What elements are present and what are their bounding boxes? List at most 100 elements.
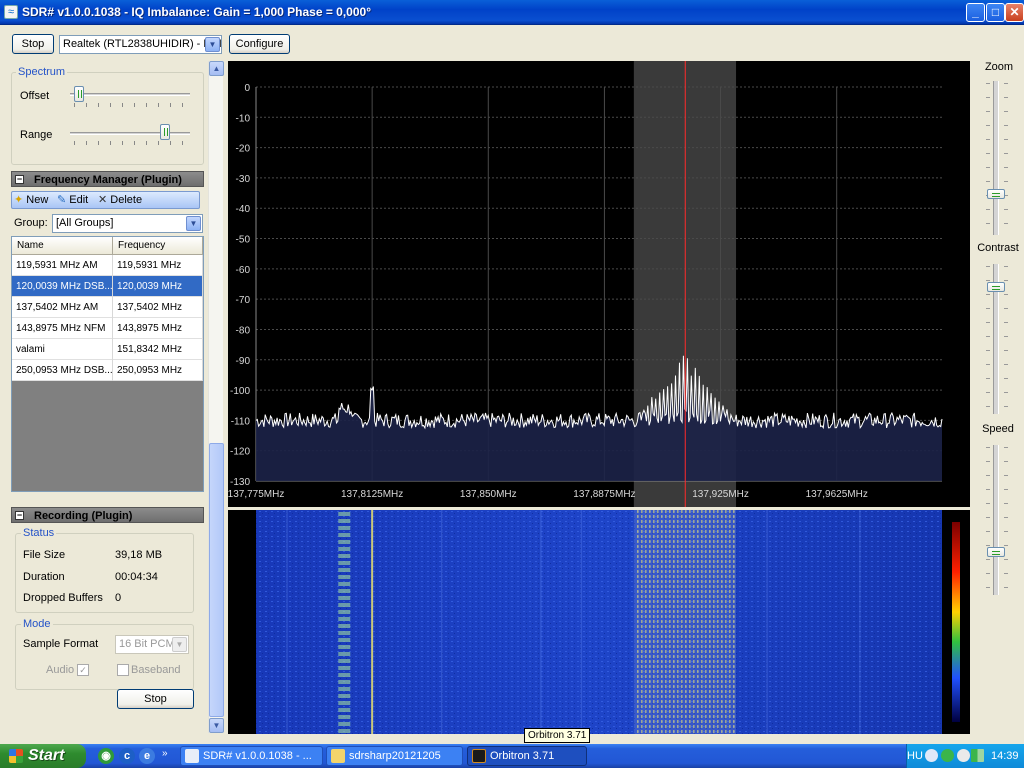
scrollbar-thumb[interactable] — [209, 443, 224, 717]
waterfall-chart[interactable] — [228, 510, 970, 734]
y-tick-label: -120 — [230, 447, 250, 458]
configure-button[interactable]: Configure — [229, 34, 290, 54]
device-select[interactable]: Realtek (RTL2838UHIDIR) - ExtIO ▼ — [59, 35, 222, 54]
waterfall-signal-dot — [338, 533, 351, 537]
cell-frequency: 143,8975 MHz — [113, 318, 203, 339]
quicklaunch-icon[interactable]: c — [119, 748, 135, 764]
edit-button[interactable]: ✎ Edit — [57, 193, 88, 208]
close-button[interactable]: ✕ — [1005, 3, 1024, 22]
window-titlebar[interactable]: ≈ SDR# v1.0.0.1038 - IQ Imbalance: Gain … — [0, 0, 1024, 25]
sample-format-select[interactable]: 16 Bit PCM ▼ — [115, 635, 189, 654]
y-tick-label: -60 — [236, 265, 251, 276]
speaker-icon[interactable] — [957, 749, 970, 762]
collapse-icon[interactable]: − — [15, 511, 24, 520]
collapse-icon[interactable]: − — [15, 175, 24, 184]
column-header-frequency[interactable]: Frequency — [113, 237, 203, 255]
range-slider-ticks — [74, 141, 188, 145]
y-tick-label: -50 — [236, 235, 251, 246]
table-row[interactable]: valami 151,8342 MHz — [12, 339, 203, 360]
column-header-name[interactable]: Name — [12, 237, 113, 255]
waterfall-signal-dot — [338, 666, 351, 670]
waterfall-signal-dot — [338, 680, 351, 684]
waterfall-noise — [256, 510, 942, 734]
table-row[interactable]: 143,8975 MHz NFM 143,8975 MHz — [12, 318, 203, 339]
baseband-checkbox[interactable] — [117, 664, 129, 676]
chevron-down-icon[interactable]: ▼ — [172, 637, 187, 652]
delete-button[interactable]: ✕ Delete — [98, 193, 142, 208]
table-row[interactable]: 250,0953 MHz DSB... 250,0953 MHz — [12, 360, 203, 381]
speed-slider-thumb[interactable] — [987, 547, 1005, 558]
delete-icon: ✕ — [98, 194, 108, 206]
spectrum-group-title: Spectrum — [16, 66, 68, 78]
waterfall-signal-dot — [338, 582, 351, 586]
offset-slider-track[interactable] — [70, 93, 190, 96]
waterfall-signal-dot — [338, 596, 351, 600]
taskbar-item-sdr[interactable]: SDR# v1.0.0.1038 - ... — [180, 746, 323, 766]
cell-frequency: 137,5402 MHz — [113, 297, 203, 318]
taskbar-item-orbitron[interactable]: Orbitron 3.71 — [467, 746, 587, 766]
group-select[interactable]: [All Groups] ▼ — [52, 214, 203, 233]
speed-ticks — [1004, 447, 1008, 592]
network-icon[interactable] — [971, 749, 984, 762]
waterfall-signal-dot — [338, 512, 351, 516]
y-tick-label: -80 — [236, 325, 251, 336]
new-button[interactable]: ✦ New — [14, 193, 48, 208]
table-row[interactable]: 137,5402 MHz AM 137,5402 MHz — [12, 297, 203, 318]
spectrum-group — [11, 72, 204, 165]
cell-frequency: 119,5931 MHz — [113, 255, 203, 276]
waterfall-signal-dot — [338, 603, 351, 607]
left-panel-scrollbar[interactable]: ▲ ▼ — [208, 61, 224, 733]
scroll-up-icon[interactable]: ▲ — [209, 61, 224, 76]
frequency-manager-title: Frequency Manager (Plugin) — [34, 174, 182, 186]
tray-icon[interactable] — [925, 749, 938, 762]
window-title: SDR# v1.0.0.1038 - IQ Imbalance: Gain = … — [22, 5, 371, 19]
scroll-down-icon[interactable]: ▼ — [209, 718, 224, 733]
y-tick-label: -30 — [236, 174, 251, 185]
range-slider-thumb[interactable] — [160, 124, 171, 140]
recording-header[interactable]: − Recording (Plugin) — [11, 507, 204, 523]
offset-slider-thumb[interactable] — [74, 86, 85, 102]
minimize-button[interactable]: _ — [966, 3, 985, 22]
zoom-slider-thumb[interactable] — [987, 189, 1005, 199]
audio-checkbox[interactable]: ✓ — [77, 664, 89, 676]
waterfall-signal-dot — [338, 708, 351, 712]
frequency-manager-toolbar: ✦ New ✎ Edit ✕ Delete — [11, 191, 200, 209]
recording-title: Recording (Plugin) — [34, 510, 133, 522]
range-slider-track[interactable] — [70, 132, 190, 135]
cell-frequency: 250,0953 MHz — [113, 360, 203, 381]
maximize-button[interactable]: □ — [986, 3, 1005, 22]
duration-value: 00:04:34 — [115, 571, 158, 583]
waterfall-signal-dot — [338, 561, 351, 565]
quicklaunch-expand-icon[interactable]: » — [162, 748, 168, 759]
quicklaunch-icon[interactable]: ◉ — [98, 748, 114, 764]
waterfall-display[interactable] — [228, 510, 970, 734]
waterfall-signal-dot — [338, 547, 351, 551]
zoom-slider-track[interactable] — [993, 81, 999, 235]
dropped-buffers-label: Dropped Buffers — [23, 592, 103, 604]
spectrum-display[interactable]: 0 -10 -20 -30 -40 -50 -60 -70 -80 -90 -100 -110 -120… — [228, 61, 970, 507]
quicklaunch-icon[interactable]: e — [139, 748, 155, 764]
start-button[interactable]: Start — [0, 744, 86, 768]
stop-button[interactable]: Stop — [12, 34, 54, 54]
waterfall-signal-dot — [338, 624, 351, 628]
table-row[interactable]: 120,0039 MHz DSB... 120,0039 MHz — [12, 276, 203, 297]
recording-stop-button[interactable]: Stop — [117, 689, 194, 709]
chevron-down-icon[interactable]: ▼ — [205, 37, 220, 52]
frequency-manager-header[interactable]: − Frequency Manager (Plugin) — [11, 171, 204, 187]
speed-slider-track[interactable] — [993, 445, 999, 595]
x-tick-label: 137,775MHz — [228, 489, 284, 500]
contrast-slider-thumb[interactable] — [987, 282, 1005, 293]
waterfall-signal-dot — [338, 610, 351, 614]
zoom-label: Zoom — [984, 61, 1014, 73]
cell-name: 250,0953 MHz DSB... — [12, 360, 113, 381]
spectrum-chart[interactable]: 0 -10 -20 -30 -40 -50 -60 -70 -80 -90 -100 -110 -120… — [228, 61, 970, 507]
table-row[interactable]: 119,5931 MHz AM 119,5931 MHz — [12, 255, 203, 276]
taskbar-item-folder[interactable]: sdrsharp20121205 — [326, 746, 463, 766]
offset-label: Offset — [20, 90, 50, 102]
windows-logo-icon — [9, 749, 23, 763]
language-indicator[interactable]: HU — [907, 744, 923, 768]
waterfall-spur-line — [371, 510, 374, 734]
edit-icon: ✎ — [57, 194, 67, 206]
tray-icon[interactable] — [941, 749, 954, 762]
chevron-down-icon[interactable]: ▼ — [186, 216, 201, 231]
